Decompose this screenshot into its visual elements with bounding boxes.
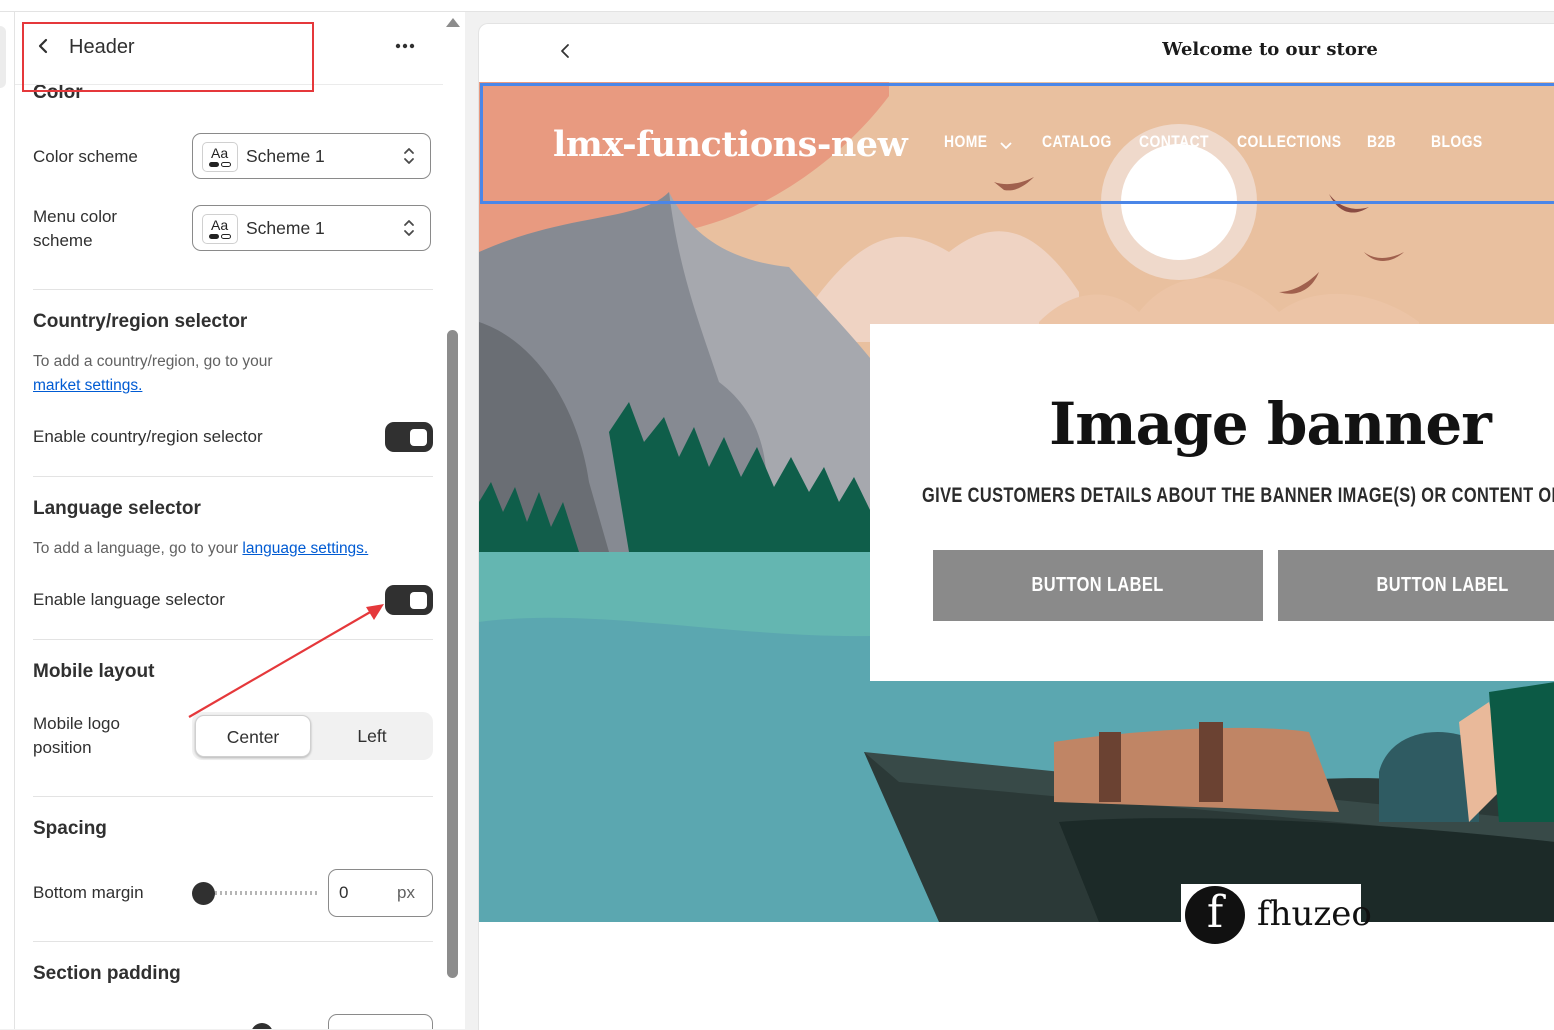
country-selector-toggle[interactable]: [385, 422, 433, 452]
bottom-margin-slider-handle[interactable]: [192, 882, 215, 905]
divider: [33, 476, 433, 477]
top-bar: [0, 0, 1554, 12]
nav-blogs[interactable]: BLOGS: [1431, 132, 1483, 152]
mobile-logo-position-segmented: Center Left: [192, 712, 433, 760]
menu-color-scheme-label-2: scheme: [33, 231, 93, 250]
color-scheme-select[interactable]: Aa Scheme 1: [192, 133, 431, 179]
store-logo[interactable]: lmx-functions-new: [553, 124, 908, 165]
bottom-margin-label: Bottom margin: [33, 883, 144, 902]
color-scheme-value: Scheme 1: [246, 146, 325, 166]
scrollbar-thumb[interactable]: [447, 330, 458, 978]
country-help-text: To add a country/region, go to your: [33, 353, 273, 370]
mobile-logo-center-option[interactable]: Center: [195, 715, 311, 757]
country-toggle-label: Enable country/region selector: [33, 427, 263, 446]
mobile-logo-label-1: Mobile logo: [33, 714, 120, 733]
more-options-icon[interactable]: [393, 36, 417, 56]
section-padding-slider-handle[interactable]: [251, 1023, 273, 1029]
settings-panel: Header Color Color scheme Aa Scheme 1 Me…: [15, 12, 465, 1029]
language-settings-link[interactable]: language settings.: [242, 540, 368, 557]
banner-button-2[interactable]: BUTTON LABEL: [1278, 550, 1554, 621]
market-settings-link[interactable]: market settings.: [33, 374, 142, 398]
language-selector-toggle[interactable]: [385, 585, 433, 615]
rail-tab-indicator: [0, 26, 6, 88]
select-chevrons-icon: [404, 220, 414, 236]
chevron-down-icon[interactable]: [999, 140, 1013, 150]
divider: [33, 639, 433, 640]
section-padding-input[interactable]: [328, 1014, 433, 1029]
select-chevrons-icon: [404, 148, 414, 164]
spacing-heading: Spacing: [33, 818, 107, 839]
language-help-text: To add a language, go to your: [33, 540, 239, 557]
divider: [33, 941, 433, 942]
country-selector-heading: Country/region selector: [33, 311, 248, 332]
scheme-swatch-icon: Aa: [202, 142, 238, 172]
menu-color-scheme-select[interactable]: Aa Scheme 1: [192, 205, 431, 251]
nav-contact[interactable]: CONTACT: [1139, 132, 1209, 152]
nav-home[interactable]: HOME: [944, 132, 987, 152]
section-padding-heading: Section padding: [33, 963, 181, 984]
bottom-margin-input[interactable]: 0 px: [328, 869, 433, 917]
left-rail: [0, 12, 15, 1029]
banner-button-1[interactable]: BUTTON LABEL: [933, 550, 1263, 621]
bottom-margin-slider-track[interactable]: [205, 891, 317, 895]
language-toggle-label: Enable language selector: [33, 590, 225, 609]
banner-subtitle: GIVE CUSTOMERS DETAILS ABOUT THE BANNER …: [922, 484, 1554, 507]
mobile-logo-left-option[interactable]: Left: [314, 715, 430, 757]
nav-b2b[interactable]: B2B: [1367, 132, 1396, 152]
scroll-up-icon[interactable]: [446, 18, 460, 27]
nav-catalog[interactable]: CATALOG: [1042, 132, 1112, 152]
divider: [33, 289, 433, 290]
menu-color-scheme-value: Scheme 1: [246, 218, 325, 238]
mobile-logo-label-2: position: [33, 738, 92, 757]
color-scheme-label: Color scheme: [33, 147, 138, 166]
watermark-logo: f fhuzeo: [1181, 884, 1372, 944]
panel-scrollbar[interactable]: [440, 12, 465, 1029]
announcement-bar-text: Welcome to our store: [1162, 39, 1378, 60]
divider: [33, 796, 433, 797]
scheme-swatch-icon: Aa: [202, 214, 238, 244]
mobile-layout-heading: Mobile layout: [33, 661, 155, 682]
watermark-text: fhuzeo: [1257, 894, 1372, 934]
banner-content-card: Image banner GIVE CUSTOMERS DETAILS ABOU…: [870, 324, 1554, 681]
banner-title: Image banner: [1049, 390, 1492, 458]
watermark-icon: f: [1185, 886, 1245, 944]
annotation-highlight-box: [22, 22, 314, 92]
menu-color-scheme-label-1: Menu color: [33, 207, 118, 226]
language-selector-heading: Language selector: [33, 498, 201, 519]
theme-preview: Welcome to our store lmx-functions-new H…: [478, 23, 1554, 1030]
nav-collections[interactable]: COLLECTIONS: [1237, 132, 1341, 152]
